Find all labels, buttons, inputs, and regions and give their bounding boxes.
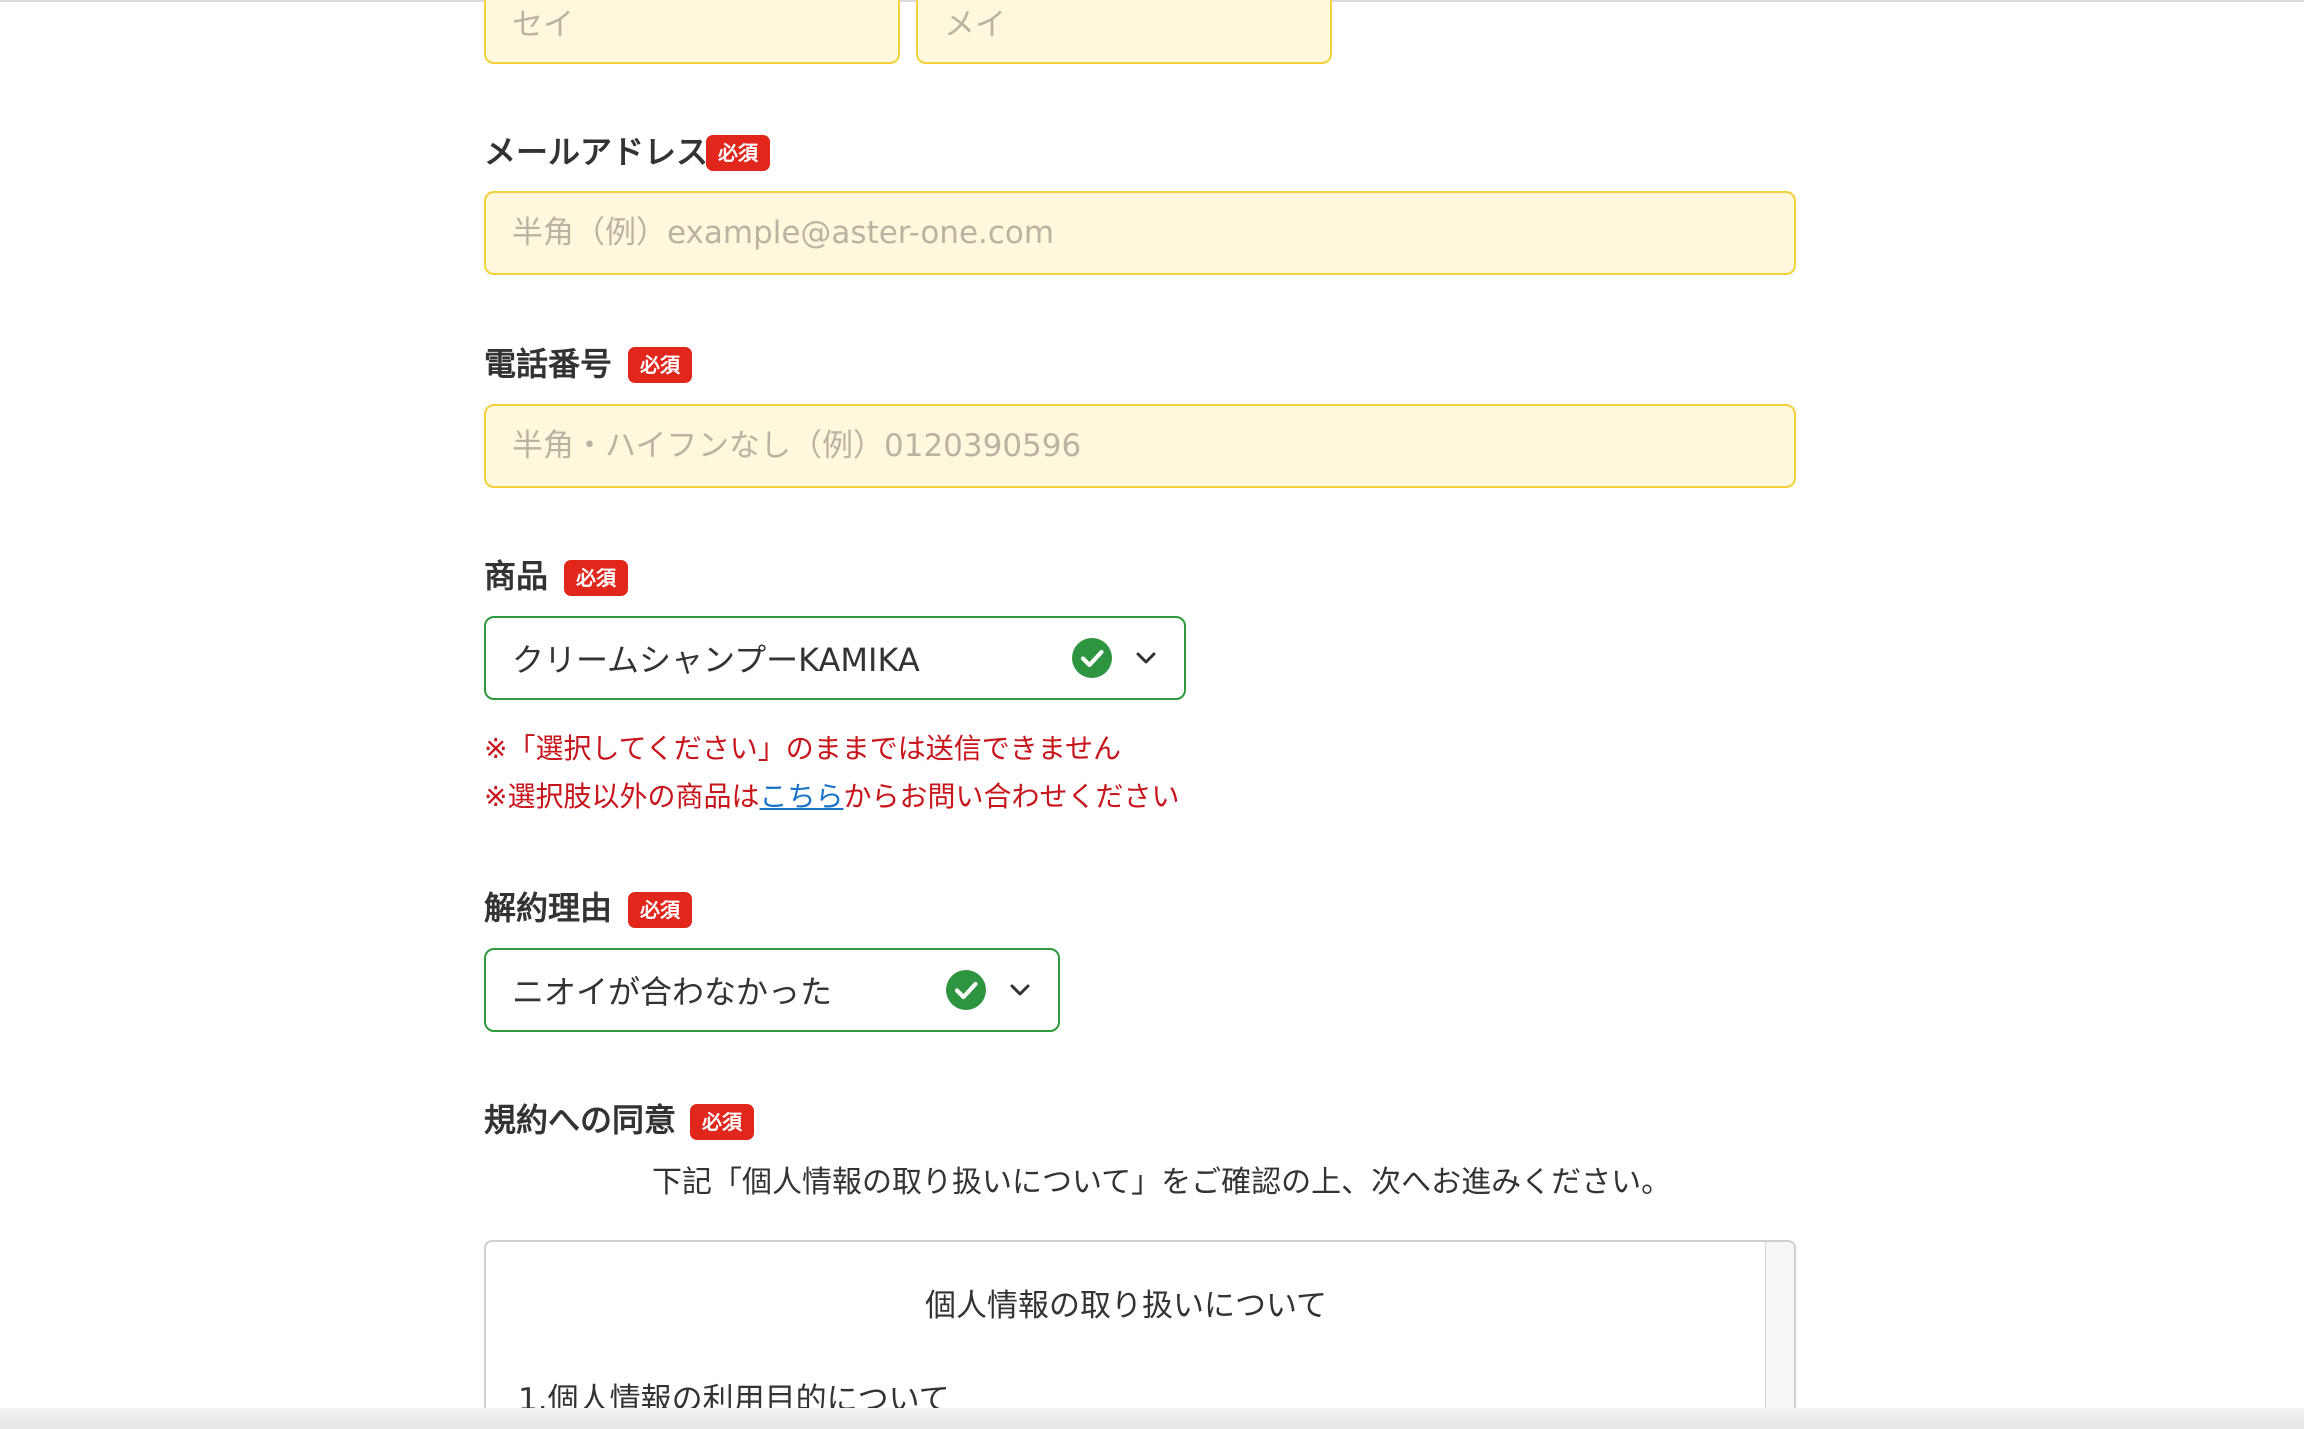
email-label: メールアドレス [484,133,709,171]
terms-lead-text: 下記「個人情報の取り扱いについて」をご確認の上、次へお進みください。 [652,1165,1672,1200]
product-select[interactable]: クリームシャンプーKAMIKA [484,616,1186,700]
required-badge: 必須 [706,135,770,171]
phone-label: 電話番号 [484,345,613,383]
email-input[interactable] [484,191,1796,275]
check-circle-icon [946,970,986,1010]
phone-input[interactable] [484,404,1796,488]
product-note-suffix: からお問い合わせください [843,780,1180,813]
reason-selected-value: ニオイが合わなかった [512,973,833,1011]
product-note-prefix: ※選択肢以外の商品は [484,780,760,813]
product-note-select: ※「選択してください」のままでは送信できません [484,732,1121,765]
privacy-policy-box[interactable]: 個人情報の取り扱いについて 1.個人情報の利用目的について [484,1240,1796,1429]
privacy-policy-scrollbar[interactable] [1765,1242,1794,1429]
contact-here-link[interactable]: こちら [759,780,843,813]
chevron-down-icon [1008,982,1032,998]
reason-select[interactable]: ニオイが合わなかった [484,948,1060,1032]
mei-kana-input[interactable] [916,0,1332,64]
product-note-other: ※選択肢以外の商品はこちらからお問い合わせください [484,777,1180,817]
required-badge: 必須 [628,892,692,928]
required-badge: 必須 [564,560,628,596]
check-circle-icon [1072,638,1112,678]
reason-label: 解約理由 [484,889,613,927]
product-label: 商品 [484,557,549,595]
required-badge: 必須 [628,347,692,383]
privacy-policy-title: 個人情報の取り扱いについて [924,1288,1328,1324]
contact-form-page: メールアドレス 必須 電話番号 必須 商品 必須 クリームシャンプーKAMIKA… [0,0,2304,1429]
sei-kana-input[interactable] [484,0,900,64]
terms-label: 規約への同意 [484,1101,677,1139]
bottom-edge [0,1408,2304,1429]
chevron-down-icon [1134,650,1158,666]
product-selected-value: クリームシャンプーKAMIKA [512,641,920,679]
required-badge: 必須 [690,1104,754,1140]
